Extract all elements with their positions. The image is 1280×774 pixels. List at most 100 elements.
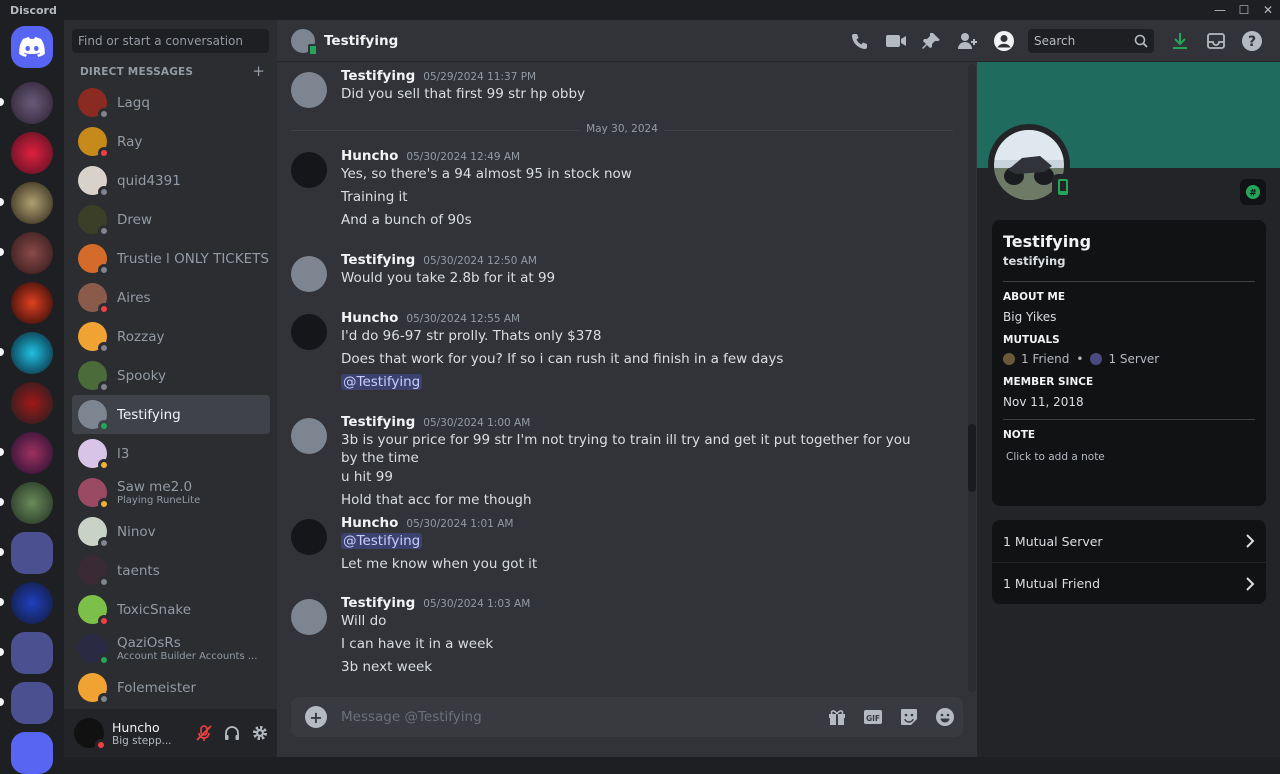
server-icon[interactable] — [11, 82, 53, 124]
dm-item[interactable]: Saw me2.0 Playing RuneLite — [72, 473, 270, 512]
server-folder[interactable] — [11, 632, 53, 674]
server-folder[interactable] — [11, 532, 53, 574]
server-folder[interactable] — [11, 682, 53, 724]
avatar[interactable] — [291, 28, 318, 56]
server-icon[interactable] — [11, 182, 53, 224]
avatar — [78, 205, 110, 237]
message-author[interactable]: Testifying — [341, 68, 415, 84]
unread-pill — [0, 548, 4, 556]
minimize-icon[interactable]: — — [1208, 0, 1232, 20]
dm-item[interactable]: quid4391 — [72, 161, 270, 200]
avatar[interactable] — [291, 256, 327, 292]
composer-area: + Message @Testifying GIF — [277, 692, 977, 757]
server-icon[interactable] — [11, 132, 53, 174]
gift-button[interactable] — [819, 703, 855, 731]
video-call-button[interactable] — [878, 27, 914, 55]
server-icon[interactable] — [11, 382, 53, 424]
help-button[interactable]: ? — [1234, 27, 1270, 55]
deafen-button[interactable] — [218, 719, 246, 747]
message-author[interactable]: Huncho — [341, 148, 398, 164]
message-author[interactable]: Huncho — [341, 310, 398, 326]
status-indicator — [98, 693, 110, 705]
status-indicator — [98, 459, 110, 471]
download-icon — [1173, 33, 1187, 49]
pinned-messages-button[interactable] — [914, 27, 950, 55]
message-group[interactable]: Huncho 05/30/2024 12:49 AM Yes, so there's… — [291, 148, 931, 229]
attach-button[interactable]: + — [305, 706, 327, 728]
dm-item[interactable]: Ray — [72, 122, 270, 161]
close-icon[interactable]: ✕ — [1256, 0, 1280, 20]
status-indicator — [98, 420, 110, 432]
voice-call-button[interactable] — [842, 27, 878, 55]
avatar[interactable] — [291, 152, 327, 188]
emoji-button[interactable] — [927, 703, 963, 731]
dm-item-activity: Playing RuneLite — [117, 495, 201, 506]
server-icon[interactable] — [11, 482, 53, 524]
mutual-friends-row[interactable]: 1 Mutual Friend — [992, 562, 1266, 604]
server-icon[interactable] — [11, 332, 53, 374]
search-input[interactable]: Search — [1028, 29, 1154, 53]
dm-item[interactable]: Spooky — [72, 356, 270, 395]
folder-icon[interactable] — [11, 732, 53, 774]
note-input[interactable]: Click to add a note — [1006, 451, 1255, 463]
dm-item[interactable]: Lagq — [72, 83, 270, 122]
message-group[interactable]: Testifying 05/30/2024 1:00 AM 3b is your p… — [291, 414, 931, 509]
dm-item[interactable]: Folemeister — [72, 668, 270, 707]
gif-button[interactable]: GIF — [855, 703, 891, 731]
hashtag-badge-icon[interactable]: # — [1240, 179, 1266, 205]
avatar[interactable] — [291, 519, 327, 555]
user-mention[interactable]: @Testifying — [341, 533, 423, 549]
user-mention[interactable]: @Testifying — [341, 374, 423, 390]
message-group[interactable]: Testifying 05/30/2024 12:50 AM Would you t… — [291, 252, 931, 292]
dm-item[interactable]: Trustie l ONLY TICKETS — [72, 239, 270, 278]
mutual-servers-link[interactable]: 1 Server — [1108, 352, 1159, 366]
avatar — [78, 595, 110, 627]
user-profile-icon — [994, 31, 1014, 51]
dm-item[interactable]: Aires — [72, 278, 270, 317]
mute-button[interactable] — [190, 719, 218, 747]
server-icon[interactable] — [11, 232, 53, 274]
message-author[interactable]: Testifying — [341, 414, 415, 430]
message-author[interactable]: Testifying — [341, 595, 415, 611]
dm-item[interactable]: Drew — [72, 200, 270, 239]
message-author[interactable]: Testifying — [341, 252, 415, 268]
scrollbar-thumb[interactable] — [968, 424, 976, 492]
dm-search-input[interactable]: Find or start a conversation — [72, 29, 269, 53]
add-friends-to-dm-button[interactable] — [950, 27, 986, 55]
create-dm-button[interactable]: + — [252, 62, 265, 80]
user-profile-toggle[interactable] — [986, 27, 1022, 55]
scrollbar-track[interactable] — [968, 64, 976, 692]
avatar[interactable] — [291, 314, 327, 350]
avatar[interactable] — [291, 72, 327, 108]
message-group[interactable]: Huncho 05/30/2024 12:55 AM I'd do 96-97 st… — [291, 310, 931, 391]
mutual-servers-row[interactable]: 1 Mutual Server — [992, 520, 1266, 562]
dm-item[interactable]: taents — [72, 551, 270, 590]
message-group[interactable]: Testifying 05/30/2024 1:03 AM Will do I can… — [291, 595, 931, 676]
divider — [1003, 419, 1255, 420]
inbox-button[interactable] — [1198, 27, 1234, 55]
server-icon[interactable] — [11, 432, 53, 474]
home-button[interactable] — [11, 26, 53, 68]
dm-item-name: Spooky — [117, 367, 166, 384]
message-group[interactable]: Testifying 05/29/2024 11:37 PM Did you sel… — [291, 68, 931, 108]
message-author[interactable]: Huncho — [341, 515, 398, 531]
message-group[interactable]: Huncho 05/30/2024 1:01 AM @Testifying Let m… — [291, 515, 931, 573]
mutual-friends-link[interactable]: 1 Friend — [1021, 352, 1069, 366]
dm-item[interactable]: Rozzay — [72, 317, 270, 356]
dm-item[interactable]: Testifying — [72, 395, 270, 434]
avatar[interactable] — [291, 418, 327, 454]
download-button[interactable] — [1162, 27, 1198, 55]
server-icon[interactable] — [11, 582, 53, 624]
avatar[interactable] — [74, 718, 107, 751]
avatar[interactable] — [291, 599, 327, 635]
maximize-icon[interactable]: ☐ — [1232, 0, 1256, 20]
dm-item[interactable]: Ninov — [72, 512, 270, 551]
dm-item[interactable]: ToxicSnake — [72, 590, 270, 629]
message-input[interactable]: Message @Testifying — [341, 709, 819, 725]
server-icon[interactable] — [11, 282, 53, 324]
dm-item[interactable]: QaziOsRs Account Builder Accounts ... — [72, 629, 270, 668]
settings-button[interactable] — [246, 719, 274, 747]
sticker-button[interactable] — [891, 703, 927, 731]
divider — [1003, 281, 1255, 282]
dm-item[interactable]: l3 — [72, 434, 270, 473]
